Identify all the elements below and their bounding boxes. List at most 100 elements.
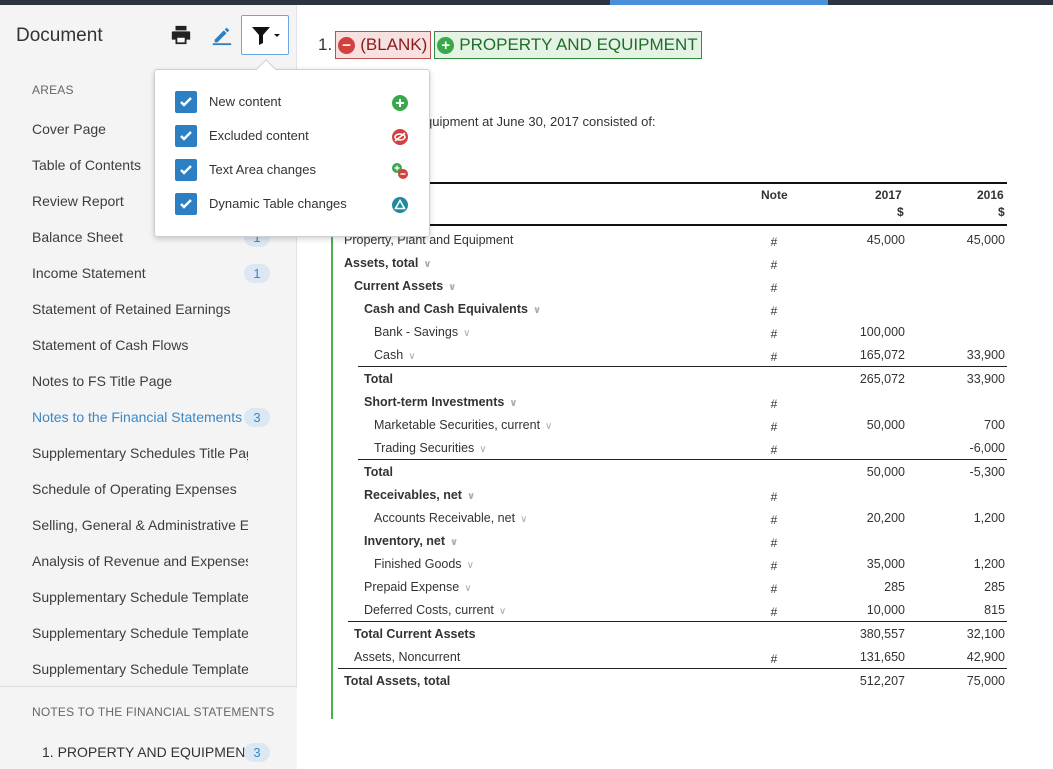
table-row[interactable]: Receivables, net ∨ #: [338, 484, 1007, 507]
row-note: #: [770, 536, 778, 550]
table-row[interactable]: Prepaid Expense ∨ #285 285: [338, 576, 1007, 599]
chevron-down-icon[interactable]: ∨: [545, 421, 552, 432]
checkbox-excluded-content[interactable]: [175, 125, 197, 147]
row-label: Short-term Investments ∨: [364, 395, 518, 409]
pen-icon[interactable]: [211, 24, 235, 48]
row-note: #: [770, 605, 778, 619]
sidebar-item-notes-to-fs[interactable]: Notes to the Financial Statements 3: [32, 402, 284, 432]
sidebar-item-label: Statement of Cash Flows: [32, 337, 189, 353]
sidebar-item-label: Schedule of Operating Expenses: [32, 481, 237, 497]
chevron-down-icon[interactable]: ∨: [467, 560, 474, 571]
triangle-change-icon: [391, 196, 409, 214]
table-row[interactable]: Cash and Cash Equivalents ∨ #: [338, 298, 1007, 321]
table-row[interactable]: Short-term Investments ∨ #: [338, 391, 1007, 414]
table-header-rule: [338, 224, 1007, 226]
sidebar-item-cash-flows[interactable]: Statement of Cash Flows: [32, 330, 284, 360]
sidebar-item-supplementary-title[interactable]: Supplementary Schedules Title Pag: [32, 438, 284, 468]
row-value-2017: 20,200: [866, 511, 905, 525]
sidebar-item-supp-template-2[interactable]: Supplementary Schedule Template: [32, 618, 284, 648]
sidebar-item-supp-template-1[interactable]: Supplementary Schedule Template: [32, 582, 284, 612]
checkbox-new-content[interactable]: [175, 91, 197, 113]
change-count-badge: 1: [244, 264, 270, 283]
sidebar-item-label: Notes to the Financial Statements: [32, 409, 243, 425]
chevron-down-icon[interactable]: ∨: [408, 351, 415, 362]
row-note: #: [770, 513, 778, 527]
sidebar-item-supp-template-3[interactable]: Supplementary Schedule Template: [32, 654, 284, 684]
print-icon[interactable]: [170, 24, 194, 48]
table-row[interactable]: Assets, Noncurrent #131,650 42,900: [338, 646, 1007, 669]
chevron-down-icon[interactable]: ∨: [479, 444, 486, 455]
filter-option-dynamic-table-changes[interactable]: Dynamic Table changes: [175, 192, 415, 218]
table-row[interactable]: Total 50,000 -5,300: [338, 461, 1007, 484]
chevron-down-icon[interactable]: ∨: [533, 305, 541, 316]
chevron-down-icon[interactable]: ∨: [423, 259, 431, 270]
chevron-down-icon[interactable]: ∨: [448, 282, 456, 293]
row-value-2016: 1,200: [973, 511, 1005, 525]
sidebar-item-label: Notes to FS Title Page: [32, 373, 173, 389]
sidebar-item-revenue-analysis[interactable]: Analysis of Revenue and Expenses: [32, 546, 284, 576]
row-label: Assets, total ∨: [344, 256, 432, 270]
table-row[interactable]: Trading Securities ∨ # -6,000: [338, 437, 1007, 460]
filter-option-excluded-content[interactable]: Excluded content: [175, 124, 415, 150]
table-row[interactable]: Finished Goods ∨ #35,000 1,200: [338, 553, 1007, 576]
table-row[interactable]: Marketable Securities, current ∨ #50,000 70…: [338, 414, 1007, 437]
row-value-2016: 45,000: [966, 233, 1005, 247]
filter-option-new-content[interactable]: New content: [175, 90, 415, 116]
row-label: Inventory, net ∨: [364, 534, 459, 548]
table-row[interactable]: Total 265,072 33,900: [338, 368, 1007, 391]
filter-button[interactable]: [241, 15, 289, 55]
table-total-rule: [358, 366, 1007, 367]
removed-text-block[interactable]: − (BLANK): [335, 31, 432, 59]
checkbox-text-area-changes[interactable]: [175, 159, 197, 181]
checkbox-dynamic-table-changes[interactable]: [175, 193, 197, 215]
filter-option-label: Dynamic Table changes: [209, 196, 347, 211]
chevron-down-icon[interactable]: ∨: [463, 328, 470, 339]
sidebar-item-label: Supplementary Schedule Template: [32, 661, 248, 677]
table-row[interactable]: Total Current Assets 380,557 32,100: [338, 623, 1007, 646]
added-text-block[interactable]: + PROPERTY AND EQUIPMENT: [434, 31, 702, 59]
table-row[interactable]: Cash ∨ #165,072 33,900: [338, 344, 1007, 367]
row-note: #: [770, 652, 778, 666]
row-label: Current Assets ∨: [354, 279, 457, 293]
row-value-2017: 50,000: [866, 465, 905, 479]
sidebar-item-label: Income Statement: [32, 265, 146, 281]
row-value-2017: 131,650: [859, 650, 905, 664]
text-change-icon: [391, 162, 409, 180]
table-row[interactable]: Deferred Costs, current ∨ #10,000 815: [338, 599, 1007, 622]
row-note: #: [770, 350, 778, 364]
chevron-down-icon[interactable]: ∨: [450, 537, 458, 548]
table-row[interactable]: Bank - Savings ∨ #100,000: [338, 321, 1007, 344]
sidebar-item-operating-expenses[interactable]: Schedule of Operating Expenses: [32, 474, 284, 504]
chevron-down-icon[interactable]: ∨: [499, 606, 506, 617]
table-row[interactable]: Accounts Receivable, net ∨ #20,200 1,200: [338, 507, 1007, 530]
table-row[interactable]: Current Assets ∨ #: [338, 275, 1007, 298]
sidebar-item-income-statement[interactable]: Income Statement 1: [32, 258, 284, 288]
change-count-badge: 3: [244, 408, 270, 427]
row-label: Bank - Savings ∨: [374, 325, 471, 339]
chevron-down-icon[interactable]: ∨: [467, 491, 475, 502]
notes-item-property-equipment[interactable]: 1. PROPERTY AND EQUIPMENT 3: [42, 737, 284, 767]
filter-option-text-area-changes[interactable]: Text Area changes: [175, 158, 415, 184]
table-row[interactable]: Inventory, net ∨ #: [338, 530, 1007, 553]
plus-circle-icon: +: [437, 36, 455, 54]
intro-paragraph: quipment at June 30, 2017 consisted of:: [425, 114, 656, 129]
row-value-2016: 285: [984, 580, 1005, 594]
sidebar-item-sga[interactable]: Selling, General & Administrative E: [32, 510, 284, 540]
table-total-rule: [358, 459, 1007, 460]
column-header-2017: 2017: [875, 188, 902, 202]
change-indicator-bar: [331, 179, 333, 719]
row-note: #: [770, 582, 778, 596]
table-row[interactable]: Assets, total ∨ #: [338, 252, 1007, 275]
filter-option-label: New content: [209, 94, 282, 109]
sidebar-item-retained-earnings[interactable]: Statement of Retained Earnings: [32, 294, 284, 324]
chevron-down-icon[interactable]: ∨: [520, 514, 527, 525]
chevron-down-icon[interactable]: ∨: [464, 583, 471, 594]
table-row[interactable]: Total Assets, total 512,207 75,000: [338, 670, 1007, 693]
filter-option-label: Text Area changes: [209, 162, 316, 177]
sidebar-item-notes-title-page[interactable]: Notes to FS Title Page: [32, 366, 284, 396]
table-row[interactable]: Property, Plant and Equipment #45,000 45,0…: [338, 229, 1007, 252]
column-header-note: Note: [761, 188, 788, 202]
sidebar-item-label: Supplementary Schedules Title Pag: [32, 445, 248, 461]
row-value-2017: 35,000: [866, 557, 905, 571]
chevron-down-icon[interactable]: ∨: [509, 398, 517, 409]
